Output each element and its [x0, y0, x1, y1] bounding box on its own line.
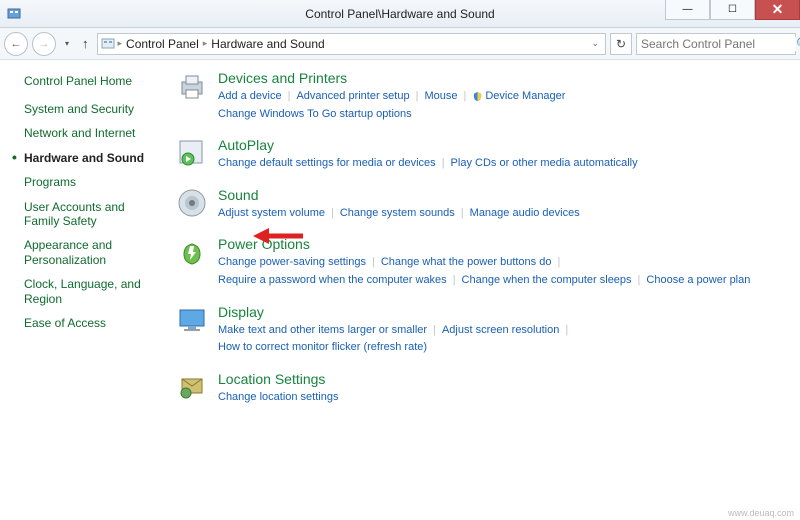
sidebar-item-programs[interactable]: Programs [24, 175, 162, 189]
up-button[interactable]: ↑ [78, 36, 93, 51]
chevron-right-icon[interactable]: ▸ [118, 38, 123, 49]
titlebar: Control Panel\Hardware and Sound — ☐ ✕ [0, 0, 800, 28]
link-advanced-printer-setup[interactable]: Advanced printer setup [296, 88, 409, 106]
maximize-button[interactable]: ☐ [710, 0, 755, 20]
window-title: Control Panel\Hardware and Sound [305, 7, 494, 21]
category-title[interactable]: Power Options [218, 236, 790, 252]
category-title[interactable]: Sound [218, 187, 790, 203]
category-links: Change location settings [218, 389, 790, 407]
category-sound: Sound Adjust system volume| Change syste… [176, 187, 790, 223]
link-change-system-sounds[interactable]: Change system sounds [340, 205, 455, 223]
link-manage-audio-devices[interactable]: Manage audio devices [470, 205, 580, 223]
breadcrumb-control-panel[interactable]: Control Panel [124, 37, 201, 51]
category-autoplay: AutoPlay Change default settings for med… [176, 137, 790, 173]
link-change-power-saving[interactable]: Change power-saving settings [218, 254, 366, 272]
red-arrow-annotation [253, 226, 303, 246]
forward-button[interactable]: → [32, 32, 56, 56]
sidebar-home[interactable]: Control Panel Home [24, 74, 162, 88]
printer-icon [176, 70, 208, 102]
link-text-size[interactable]: Make text and other items larger or smal… [218, 322, 427, 340]
control-panel-icon [100, 36, 116, 52]
search-box[interactable]: 🔍 [636, 33, 796, 55]
category-title[interactable]: AutoPlay [218, 137, 790, 153]
link-mouse[interactable]: Mouse [424, 88, 457, 106]
sidebar-item-system-and-security[interactable]: System and Security [24, 102, 162, 116]
category-links: Adjust system volume| Change system soun… [218, 205, 790, 223]
address-bar: ← → ▾ ↑ ▸ Control Panel ▸ Hardware and S… [0, 28, 800, 60]
category-title[interactable]: Location Settings [218, 371, 790, 387]
breadcrumb-hardware-and-sound[interactable]: Hardware and Sound [209, 37, 326, 51]
app-icon [6, 6, 22, 22]
speaker-icon [176, 187, 208, 219]
link-power-buttons[interactable]: Change what the power buttons do [381, 254, 552, 272]
link-add-a-device[interactable]: Add a device [218, 88, 282, 106]
chevron-right-icon[interactable]: ▸ [203, 38, 208, 49]
power-icon [176, 236, 208, 268]
category-links: Change default settings for media or dev… [218, 155, 790, 173]
link-change-sleep[interactable]: Change when the computer sleeps [462, 272, 632, 290]
sidebar-item-user-accounts[interactable]: User Accounts and Family Safety [24, 200, 162, 229]
shield-icon [472, 91, 483, 102]
category-title[interactable]: Display [218, 304, 790, 320]
sidebar-item-hardware-and-sound[interactable]: Hardware and Sound [24, 151, 162, 165]
close-button[interactable]: ✕ [755, 0, 800, 20]
link-require-password-wake[interactable]: Require a password when the computer wak… [218, 272, 447, 290]
address-dropdown[interactable]: ⌄ [587, 38, 603, 49]
category-title[interactable]: Devices and Printers [218, 70, 790, 86]
category-location-settings: Location Settings Change location settin… [176, 371, 790, 407]
sidebar-item-appearance[interactable]: Appearance and Personalization [24, 238, 162, 267]
refresh-button[interactable]: ↻ [610, 33, 632, 55]
category-links: Make text and other items larger or smal… [218, 322, 790, 357]
nav-history-dropdown[interactable]: ▾ [60, 32, 74, 56]
category-devices-and-printers: Devices and Printers Add a device| Advan… [176, 70, 790, 123]
link-adjust-resolution[interactable]: Adjust screen resolution [442, 322, 559, 340]
watermark: www.deuaq.com [728, 508, 794, 518]
category-links: Add a device| Advanced printer setup| Mo… [218, 88, 790, 123]
link-choose-power-plan[interactable]: Choose a power plan [646, 272, 750, 290]
sidebar-item-clock-language-region[interactable]: Clock, Language, and Region [24, 277, 162, 306]
sidebar: Control Panel Home System and Security N… [0, 60, 170, 520]
content-area: Devices and Printers Add a device| Advan… [170, 60, 800, 520]
link-change-location[interactable]: Change location settings [218, 389, 338, 407]
link-device-manager[interactable]: Device Manager [485, 88, 565, 106]
breadcrumb[interactable]: ▸ Control Panel ▸ Hardware and Sound ⌄ [97, 33, 607, 55]
autoplay-icon [176, 137, 208, 169]
location-icon [176, 371, 208, 403]
link-windows-to-go[interactable]: Change Windows To Go startup options [218, 106, 412, 124]
link-play-cds[interactable]: Play CDs or other media automatically [451, 155, 638, 173]
link-change-default-media[interactable]: Change default settings for media or dev… [218, 155, 436, 173]
category-display: Display Make text and other items larger… [176, 304, 790, 357]
category-links: Change power-saving settings| Change wha… [218, 254, 790, 289]
search-input[interactable] [641, 37, 796, 51]
minimize-button[interactable]: — [665, 0, 710, 20]
back-button[interactable]: ← [4, 32, 28, 56]
link-adjust-system-volume[interactable]: Adjust system volume [218, 205, 325, 223]
sidebar-item-ease-of-access[interactable]: Ease of Access [24, 316, 162, 330]
search-icon: 🔍 [796, 37, 800, 51]
sidebar-item-network-and-internet[interactable]: Network and Internet [24, 126, 162, 140]
link-monitor-flicker[interactable]: How to correct monitor flicker (refresh … [218, 339, 427, 357]
display-icon [176, 304, 208, 336]
